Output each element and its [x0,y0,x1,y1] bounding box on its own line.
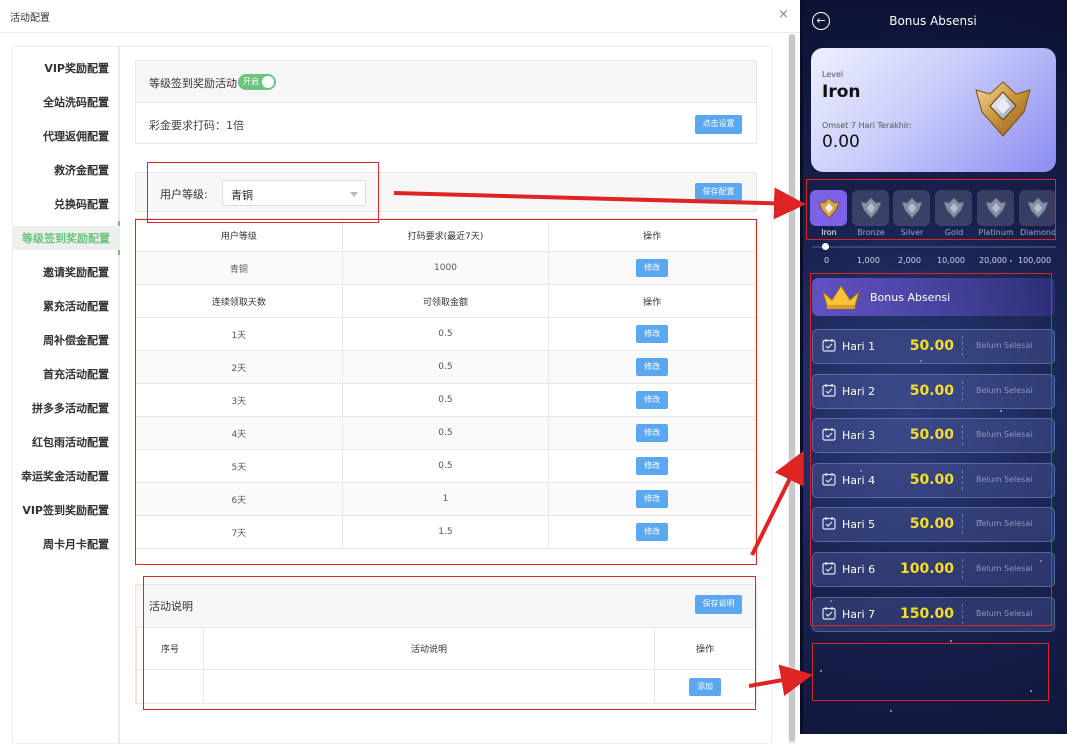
tier-threshold: 100,000 [1018,256,1052,265]
title-divider [0,32,800,33]
omset-value: 0.00 [822,132,860,152]
tier-threshold: 20,000 [979,256,1007,265]
sidebar-item[interactable]: VIP奖励配置 [44,60,109,76]
toggle-label: 开启 [243,77,259,86]
sidebar-item[interactable]: 首充活动配置 [43,366,109,382]
tier-threshold: 0 [824,256,830,265]
annotation-box-level-table [135,219,757,565]
sidebar-menu [12,46,120,744]
sidebar-item[interactable]: 红包雨活动配置 [32,434,109,450]
close-icon[interactable]: × [778,7,789,22]
annotation-box-days [810,273,1052,626]
window-title: 活动配置 [10,13,50,24]
level-label: Level [822,70,844,79]
omset-label: Omset 7 Hari Terakhir: [822,121,912,130]
sidebar-item[interactable]: 兑换码配置 [54,196,109,212]
tier-threshold: 1,000 [857,256,880,265]
sidebar-item[interactable]: 幸运奖金活动配置 [21,468,109,484]
save-config-button[interactable]: 保存配置 [695,183,742,202]
sidebar-item[interactable]: 拼多多活动配置 [32,400,109,416]
tier-progress-track [812,246,1056,248]
sidebar-item[interactable]: 周卡月卡配置 [43,536,109,552]
mobile-preview-edge [800,0,803,744]
sidebar-item[interactable]: VIP签到奖励配置 [22,502,109,518]
level-name: Iron [822,82,861,102]
tier-threshold: 2,000 [898,256,921,265]
star-decoration [1010,260,1012,262]
annotation-box-description [143,576,756,710]
tier-progress-dot [822,243,829,250]
annotation-box-tiers [806,179,1056,240]
mobile-page-title: Bonus Absensi [889,14,977,28]
sidebar-item[interactable]: 全站洗码配置 [43,94,109,110]
activity-toggle[interactable]: 开启 [238,74,276,90]
sidebar-item[interactable]: 邀请奖励配置 [43,264,109,280]
annotation-box-empty [812,643,1049,701]
tier-threshold: 10,000 [937,256,965,265]
iron-badge-icon [975,81,1031,137]
star-decoration [890,710,892,712]
annotation-box-level-select [147,162,379,223]
toggle-knob [262,76,274,88]
activity-title: 等级签到奖励活动 [149,77,237,90]
mobile-bottom-edge [800,734,1067,744]
wager-requirement-text: 彩金要求打码：1倍 [149,119,244,132]
sidebar-item[interactable]: 累充活动配置 [43,298,109,314]
back-arrow-icon[interactable]: ← [812,12,830,30]
sidebar-item[interactable]: 救济金配置 [54,162,109,178]
sidebar-item[interactable]: 周补偿金配置 [43,332,109,348]
content-scrollbar[interactable] [788,34,796,744]
scrollbar-thumb[interactable] [789,34,795,742]
sidebar-item[interactable]: 等级签到奖励配置 [12,226,120,250]
star-decoration [950,640,952,642]
sidebar-item[interactable]: 代理返佣配置 [43,128,109,144]
settings-button[interactable]: 点击设置 [695,115,742,134]
